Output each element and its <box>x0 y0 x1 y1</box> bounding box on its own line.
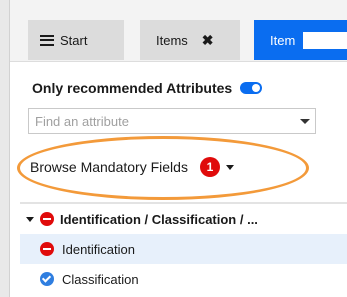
check-circle-icon <box>40 272 54 286</box>
tab-items-label: Items <box>156 32 188 48</box>
tree-item-classification[interactable]: Classification <box>20 264 347 294</box>
minus-circle-icon <box>40 212 54 226</box>
tab-item-title-field[interactable] <box>303 31 347 49</box>
tab-start[interactable]: Start <box>28 20 124 60</box>
attribute-panel: Only recommended Attributes Browse Manda… <box>10 62 347 297</box>
tab-start-label: Start <box>60 32 88 48</box>
tree-item-label: Classification <box>62 271 139 287</box>
menu-icon <box>40 34 54 46</box>
left-gutter <box>0 0 10 297</box>
mandatory-count-badge: 1 <box>199 157 220 177</box>
close-icon[interactable]: ✖ <box>202 32 214 49</box>
browse-label: Browse Mandatory Fields <box>30 159 188 175</box>
recommended-row: Only recommended Attributes <box>32 80 263 96</box>
toggle-knob <box>252 84 261 92</box>
browse-mandatory-fields-button[interactable]: Browse Mandatory Fields 1 <box>30 157 234 177</box>
tab-bar: Start Items ✖ Item <box>10 0 347 62</box>
chevron-down-icon[interactable] <box>300 119 310 124</box>
tab-item[interactable]: Item <box>254 20 347 60</box>
recommended-label: Only recommended Attributes <box>32 80 233 96</box>
attribute-search-input[interactable] <box>28 108 316 134</box>
tab-item-label: Item <box>270 32 296 48</box>
tree-group-label: Identification / Classification / ... <box>60 211 258 227</box>
tree-item-label: Identification <box>62 241 135 257</box>
collapse-caret-icon[interactable] <box>26 216 34 222</box>
tab-items[interactable]: Items ✖ <box>140 20 240 60</box>
caret-down-icon <box>225 164 234 170</box>
tree-item-identification[interactable]: Identification <box>20 234 347 264</box>
recommended-toggle[interactable] <box>240 82 263 94</box>
minus-circle-icon <box>40 242 54 256</box>
tree-group-identification-classification[interactable]: Identification / Classification / ... <box>20 204 347 234</box>
